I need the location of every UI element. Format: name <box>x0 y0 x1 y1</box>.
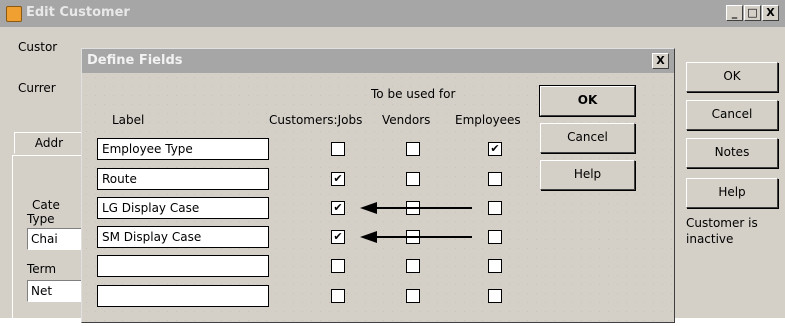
customer-label: Custor <box>18 40 58 54</box>
type-label: Type <box>27 212 55 226</box>
close-button[interactable]: X <box>762 5 779 21</box>
help-button[interactable]: Help <box>686 178 778 208</box>
terms-label: Term <box>27 262 57 276</box>
currency-label: Currer <box>18 81 56 95</box>
inactive-text-line2: inactive <box>686 232 734 246</box>
ok-button[interactable]: OK <box>686 62 778 92</box>
inactive-text-line1: Customer is <box>686 216 758 230</box>
arrow-icon <box>360 202 472 214</box>
annotation-arrows <box>360 202 472 243</box>
define-fields-dialog: Define Fields X To be used for Label Cus… <box>81 48 675 323</box>
type-input[interactable]: Chai <box>27 228 87 250</box>
cancel-button[interactable]: Cancel <box>686 100 778 130</box>
tab-address[interactable]: Addr <box>14 132 84 154</box>
edit-customer-titlebar[interactable]: Edit Customer _ □ X <box>0 0 785 27</box>
arrow-icon <box>360 231 472 243</box>
window-title: Edit Customer <box>26 5 130 20</box>
maximize-button[interactable]: □ <box>744 5 761 21</box>
category-label: Cate <box>32 198 60 212</box>
minimize-button[interactable]: _ <box>726 5 743 21</box>
terms-input[interactable]: Net <box>27 280 87 302</box>
app-icon <box>6 6 22 22</box>
tab-address-label: Addr <box>34 136 64 150</box>
notes-button[interactable]: Notes <box>686 138 778 168</box>
